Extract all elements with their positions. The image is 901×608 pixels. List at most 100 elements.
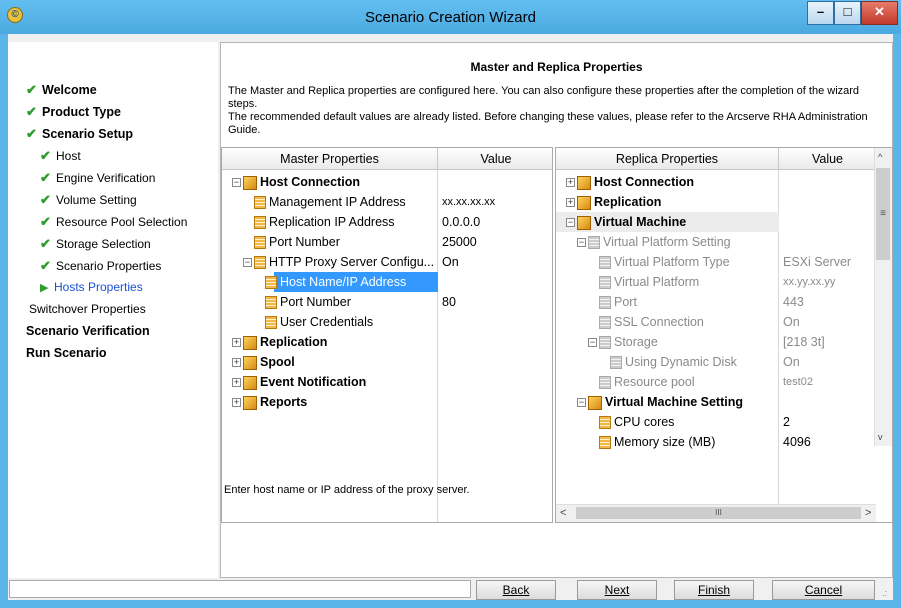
collapse-icon[interactable]: − <box>232 178 241 188</box>
maximize-button[interactable]: □ <box>834 1 861 25</box>
wizard-step-label: Product Type <box>42 105 121 119</box>
replica-properties-header[interactable]: Replica Properties <box>556 148 779 170</box>
page-title: Master and Replica Properties <box>470 60 643 74</box>
property-value[interactable]: xx.xx.xx.xx <box>442 192 495 212</box>
property-value[interactable]: [218 3t] <box>783 332 825 352</box>
expand-icon[interactable]: + <box>232 358 241 368</box>
replica-property-row[interactable]: − Virtual Machine <box>556 212 876 232</box>
property-value[interactable]: 0.0.0.0 <box>442 212 480 232</box>
collapse-icon[interactable]: − <box>243 258 252 268</box>
wizard-step-label: Welcome <box>42 83 97 97</box>
property-label: Port Number <box>269 235 340 249</box>
property-value[interactable]: 443 <box>783 292 804 312</box>
master-properties-grid[interactable]: Master Properties Value − Host Connection… <box>221 147 553 523</box>
horizontal-scroll-thumb[interactable]: III <box>576 507 861 519</box>
property-category-icon <box>243 355 257 370</box>
expand-icon[interactable]: + <box>566 198 575 208</box>
wizard-step-label: Switchover Properties <box>29 302 146 316</box>
replica-property-row[interactable]: + Host Connection <box>556 172 876 192</box>
scroll-right-arrow-icon[interactable]: > <box>865 505 871 521</box>
property-category-icon <box>243 375 257 390</box>
replica-property-row[interactable]: Resource pool test02 <box>556 372 876 392</box>
property-category-icon <box>577 195 591 210</box>
master-property-row[interactable]: Host Name/IP Address <box>222 272 552 292</box>
collapse-icon[interactable]: − <box>577 398 586 408</box>
master-properties-header[interactable]: Master Properties <box>222 148 438 170</box>
expand-icon[interactable]: + <box>232 378 241 388</box>
property-value[interactable]: 80 <box>442 292 456 312</box>
master-property-row[interactable]: + Spool <box>222 352 552 372</box>
property-value[interactable]: xx.yy.xx.yy <box>783 272 835 292</box>
property-item-icon <box>599 316 611 330</box>
replica-property-row[interactable]: − Storage [218 3t] <box>556 332 876 352</box>
replica-property-row[interactable]: Port 443 <box>556 292 876 312</box>
replica-property-row[interactable]: SSL Connection On <box>556 312 876 332</box>
property-value[interactable]: On <box>442 252 459 272</box>
master-property-row[interactable]: − HTTP Proxy Server Configu... On <box>222 252 552 272</box>
checkmark-icon: ✔ <box>40 258 51 273</box>
master-property-row[interactable]: + Event Notification <box>222 372 552 392</box>
replica-property-row[interactable]: − Virtual Platform Setting <box>556 232 876 252</box>
replica-property-row[interactable]: Virtual Platform Type ESXi Server <box>556 252 876 272</box>
master-property-row[interactable]: Replication IP Address 0.0.0.0 <box>222 212 552 232</box>
property-value[interactable]: On <box>783 312 800 332</box>
master-property-row[interactable]: Port Number 80 <box>222 292 552 312</box>
property-value[interactable]: On <box>783 352 800 372</box>
collapse-icon[interactable]: − <box>577 238 586 248</box>
property-category-icon <box>577 215 591 230</box>
property-value[interactable]: 4096 <box>783 432 811 452</box>
title-bar[interactable]: © Scenario Creation Wizard – □ ✕ <box>0 0 901 34</box>
next-button[interactable]: Next <box>577 580 657 600</box>
master-property-row[interactable]: Management IP Address xx.xx.xx.xx <box>222 192 552 212</box>
current-step-arrow-icon: ▶ <box>40 282 49 294</box>
cancel-button[interactable]: Cancel <box>772 580 875 600</box>
property-value[interactable]: 25000 <box>442 232 477 252</box>
replica-property-row[interactable]: CPU cores 2 <box>556 412 876 432</box>
window-title: Scenario Creation Wizard <box>365 9 536 26</box>
master-property-row[interactable]: Port Number 25000 <box>222 232 552 252</box>
replica-vertical-scrollbar[interactable]: ^ ≡ v <box>874 148 892 446</box>
scroll-left-arrow-icon[interactable]: < <box>560 505 566 521</box>
resize-grip-icon[interactable]: .: <box>882 588 887 598</box>
wizard-step-scenario-verification: Scenario Verification <box>26 324 150 338</box>
replica-properties-grid[interactable]: Replica Properties Value ^ ≡ v < III > +… <box>555 147 893 523</box>
replica-property-row[interactable]: Virtual Platform xx.yy.xx.yy <box>556 272 876 292</box>
master-property-row[interactable]: + Reports <box>222 392 552 412</box>
property-label: Virtual Platform Setting <box>603 235 731 249</box>
cancel-label: Cancel <box>804 583 843 597</box>
replica-horizontal-scrollbar[interactable]: < III > <box>556 504 876 522</box>
scroll-up-arrow-icon[interactable]: ^ <box>878 152 882 162</box>
expand-icon[interactable]: + <box>232 338 241 348</box>
master-property-row[interactable]: − Host Connection <box>222 172 552 192</box>
expand-icon[interactable]: + <box>232 398 241 408</box>
property-label: Port Number <box>280 295 351 309</box>
wizard-step-engine-verification: ✔ Engine Verification <box>40 170 155 186</box>
property-value[interactable]: ESXi Server <box>783 252 851 272</box>
property-value[interactable]: test02 <box>783 372 813 392</box>
property-category-icon <box>577 175 591 190</box>
replica-value-header[interactable]: Value <box>779 148 876 170</box>
minimize-button[interactable]: – <box>807 1 834 25</box>
replica-property-row[interactable]: Using Dynamic Disk On <box>556 352 876 372</box>
replica-property-row[interactable]: Memory size (MB) 4096 <box>556 432 876 452</box>
replica-property-row[interactable]: − Virtual Machine Setting <box>556 392 876 412</box>
vertical-scroll-thumb[interactable]: ≡ <box>876 168 890 260</box>
checkmark-icon: ✔ <box>40 214 51 229</box>
collapse-icon[interactable]: − <box>588 338 597 348</box>
property-item-icon <box>610 356 622 370</box>
wizard-step-volume-setting: ✔ Volume Setting <box>40 192 137 208</box>
finish-button[interactable]: Finish <box>674 580 754 600</box>
scroll-down-arrow-icon[interactable]: v <box>878 432 883 442</box>
close-button[interactable]: ✕ <box>861 1 898 25</box>
property-category-icon <box>588 395 602 410</box>
master-property-row[interactable]: User Credentials <box>222 312 552 332</box>
wizard-step-label: Engine Verification <box>56 171 156 185</box>
master-value-header[interactable]: Value <box>438 148 552 170</box>
master-property-row[interactable]: + Replication <box>222 332 552 352</box>
property-value[interactable]: 2 <box>783 412 790 432</box>
replica-property-row[interactable]: + Replication <box>556 192 876 212</box>
collapse-icon[interactable]: − <box>566 218 575 228</box>
back-button[interactable]: Back <box>476 580 556 600</box>
property-category-icon <box>243 335 257 350</box>
expand-icon[interactable]: + <box>566 178 575 188</box>
